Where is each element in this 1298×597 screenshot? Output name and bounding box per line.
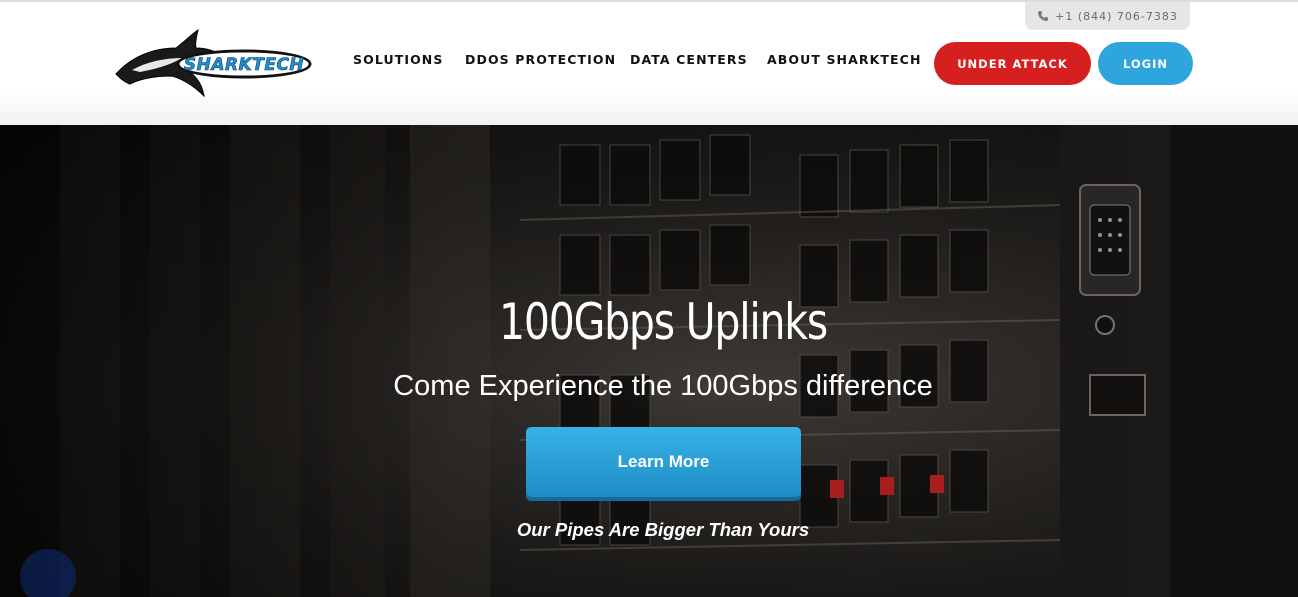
nav-about-sharktech[interactable]: ABOUT SHARKTECH [767,52,922,67]
phone-icon [1037,10,1049,22]
phone-number-pill[interactable]: +1 (844) 706-7383 [1025,2,1190,30]
phone-number: +1 (844) 706-7383 [1055,9,1178,23]
login-button[interactable]: LOGIN [1098,42,1193,85]
shark-logo-icon: SHARKTECH [115,28,312,98]
nav-solutions[interactable]: SOLUTIONS [353,52,443,67]
hero-title: 100Gbps Uplinks [499,293,828,351]
hero-banner: 100Gbps Uplinks Come Experience the 100G… [0,125,1298,597]
nav-ddos-protection[interactable]: DDOS PROTECTION [465,52,616,67]
hero-tagline: Our Pipes Are Bigger Than Yours [516,519,810,540]
learn-more-button[interactable]: Learn More [526,427,801,497]
under-attack-button[interactable]: UNDER ATTACK [934,42,1091,85]
nav-data-centers[interactable]: DATA CENTERS [630,52,748,67]
hero-subtitle: Come Experience the 100Gbps difference [393,370,933,402]
page: +1 (844) 706-7383 SHARKTECH SOLUTIONS DD… [0,0,1298,597]
sharktech-logo[interactable]: SHARKTECH [112,26,312,100]
site-header: +1 (844) 706-7383 SHARKTECH SOLUTIONS DD… [0,0,1298,125]
logo-text: SHARKTECH [184,55,304,75]
